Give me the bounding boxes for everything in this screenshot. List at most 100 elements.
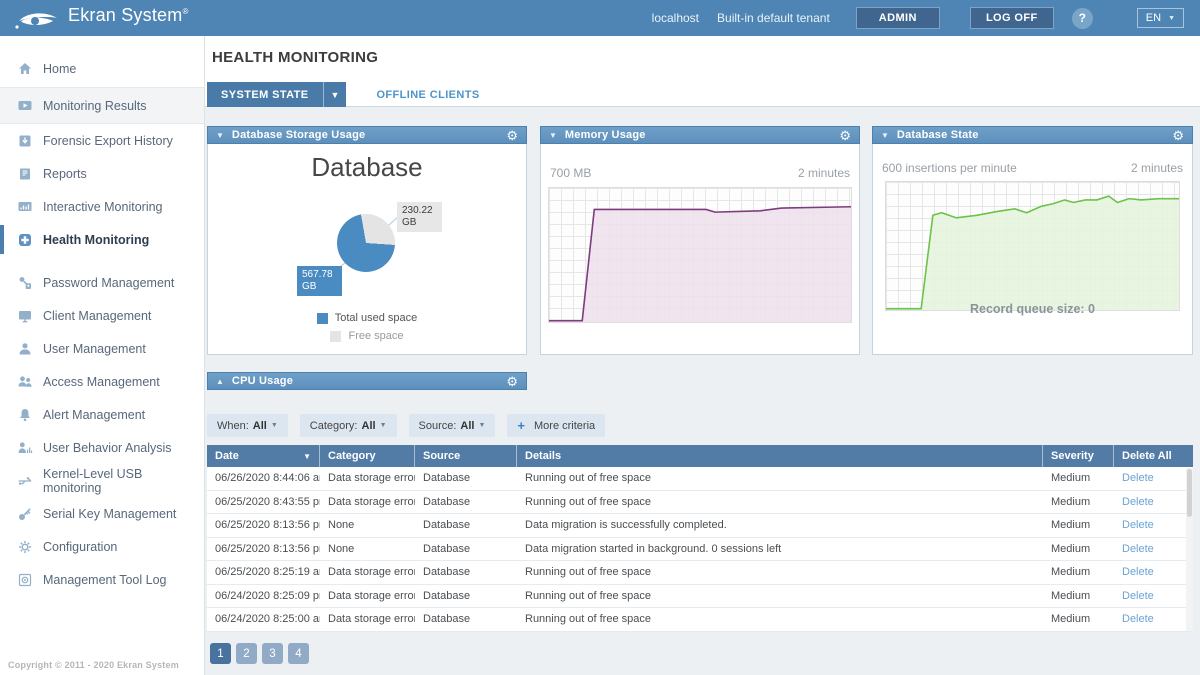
delete-link[interactable]: Delete [1114,608,1193,631]
filter-source[interactable]: Source:All▼ [409,414,496,437]
sidebar-item-user-management[interactable]: User Management [0,332,204,365]
table-row[interactable]: 06/25/2020 8:43:55 pmData storage errorD… [207,491,1193,515]
logo-text: Ekran System® [68,5,189,26]
memory-usage-chart [548,187,852,323]
sidebar-item-monitoring-results[interactable]: Monitoring Results [0,88,204,124]
y-axis-label: 600 insertions per minute [882,161,1017,175]
cell-details: Running out of free space [517,491,1043,514]
sidebar-item-alert-management[interactable]: Alert Management [0,398,204,431]
collapse-icon[interactable]: ▼ [549,131,557,140]
page-button-3[interactable]: 3 [262,643,283,664]
page-button-2[interactable]: 2 [236,643,257,664]
password-management-icon [17,275,34,291]
column-header-date[interactable]: Date▼ [207,445,320,467]
sidebar-item-label: Monitoring Results [43,99,147,113]
tab-system-state[interactable]: SYSTEM STATE [207,82,323,107]
cell-date: 06/25/2020 8:13:56 pm [207,514,320,537]
filter-when[interactable]: When:All▼ [207,414,288,437]
pie-chart-title: Database [208,152,526,183]
sidebar-item-management-tool-log[interactable]: Management Tool Log [0,563,204,596]
delete-link[interactable]: Delete [1114,467,1193,490]
sidebar-item-serial-key-management[interactable]: Serial Key Management [0,497,204,530]
cell-category: Data storage error [320,561,415,584]
sidebar-item-forensic-export-history[interactable]: Forensic Export History [0,124,204,157]
eye-icon [14,9,60,31]
cell-details: Data migration started in background. 0 … [517,538,1043,561]
table-row[interactable]: 06/26/2020 8:44:06 amData storage errorD… [207,467,1193,491]
table-row[interactable]: 06/24/2020 8:25:00 amData storage errorD… [207,608,1193,632]
logoff-button[interactable]: LOG OFF [970,7,1054,29]
admin-button[interactable]: ADMIN [856,7,940,29]
cell-category: Data storage error [320,608,415,631]
delete-link[interactable]: Delete [1114,514,1193,537]
panel-cpu-usage-header[interactable]: ▲ CPU Usage ⚙ [207,372,527,390]
filter-category[interactable]: Category:All▼ [300,414,397,437]
sidebar-item-label: Serial Key Management [43,507,176,521]
sidebar-item-label: Configuration [43,540,117,554]
table-row[interactable]: 06/25/2020 8:13:56 pmNoneDatabaseData mi… [207,538,1193,562]
sidebar-item-home[interactable]: Home [0,51,204,88]
gear-icon[interactable]: ⚙ [1172,129,1184,142]
page-button-4[interactable]: 4 [288,643,309,664]
table-row[interactable]: 06/25/2020 8:25:19 amData storage errorD… [207,561,1193,585]
sidebar-item-user-behavior-analysis[interactable]: User Behavior Analysis [0,431,204,464]
more-criteria-button[interactable]: +More criteria [507,414,605,437]
sidebar-item-password-management[interactable]: Password Management [0,266,204,299]
sidebar-item-kernel-level-usb-monitoring[interactable]: Kernel-Level USB monitoring [0,464,204,497]
cell-date: 06/24/2020 8:25:09 pm [207,585,320,608]
table-row[interactable]: 06/24/2020 8:25:09 pmData storage errorD… [207,585,1193,609]
language-select[interactable]: EN▼ [1137,8,1184,28]
sidebar-item-reports[interactable]: Reports [0,157,204,190]
column-header-category[interactable]: Category [320,445,415,467]
cell-source: Database [415,514,517,537]
sidebar-item-label: Password Management [43,276,174,290]
tab-bar: SYSTEM STATE ▼ OFFLINE CLIENTS [207,82,498,107]
legend-total-used-space: Total used space [208,312,526,324]
page-button-1[interactable]: 1 [210,643,231,664]
page-header: HEALTH MONITORING SYSTEM STATE ▼ OFFLINE… [205,36,1200,107]
host-label: localhost [652,11,699,25]
sidebar-item-label: Alert Management [43,408,145,422]
gear-icon[interactable]: ⚙ [506,375,518,388]
cell-severity: Medium [1043,608,1114,631]
cell-date: 06/25/2020 8:43:55 pm [207,491,320,514]
panel-memory-usage-header[interactable]: ▼ Memory Usage ⚙ [540,126,860,144]
cell-severity: Medium [1043,491,1114,514]
panel-database-state-header[interactable]: ▼ Database State ⚙ [872,126,1193,144]
panel-memory-usage-body: 700 MB 2 minutes [540,144,860,355]
column-header-delete-all[interactable]: Delete All [1114,445,1193,467]
sort-desc-icon[interactable]: ▼ [303,452,311,461]
delete-link[interactable]: Delete [1114,538,1193,561]
panel-title: Memory Usage [565,129,646,141]
sidebar-item-client-management[interactable]: Client Management [0,299,204,332]
tab-dropdown-chevron[interactable]: ▼ [323,82,347,107]
table-scrollbar[interactable] [1186,468,1193,631]
table-row[interactable]: 06/25/2020 8:13:56 pmNoneDatabaseData mi… [207,514,1193,538]
sidebar-item-configuration[interactable]: Configuration [0,530,204,563]
collapse-icon[interactable]: ▼ [216,131,224,140]
gear-icon[interactable]: ⚙ [839,129,851,142]
events-table: Date▼CategorySourceDetailsSeverityDelete… [207,445,1193,632]
delete-link[interactable]: Delete [1114,561,1193,584]
tab-offline-clients[interactable]: OFFLINE CLIENTS [358,82,497,107]
sidebar-item-label: Health Monitoring [43,233,149,247]
free-space-callout: 230.22 GB [397,202,442,232]
expand-icon[interactable]: ▲ [216,377,224,386]
column-header-details[interactable]: Details [517,445,1043,467]
interactive-monitoring-icon [17,199,34,215]
delete-link[interactable]: Delete [1114,491,1193,514]
panel-title: Database Storage Usage [232,129,365,141]
column-header-severity[interactable]: Severity [1043,445,1114,467]
gear-icon[interactable]: ⚙ [506,129,518,142]
sidebar-item-interactive-monitoring[interactable]: Interactive Monitoring [0,190,204,223]
panel-database-storage-header[interactable]: ▼ Database Storage Usage ⚙ [207,126,527,144]
help-icon[interactable]: ? [1072,8,1093,29]
delete-link[interactable]: Delete [1114,585,1193,608]
column-header-source[interactable]: Source [415,445,517,467]
sidebar-item-access-management[interactable]: Access Management [0,365,204,398]
sidebar-item-health-monitoring[interactable]: Health Monitoring [0,223,204,256]
collapse-icon[interactable]: ▼ [881,131,889,140]
cell-details: Running out of free space [517,608,1043,631]
scrollbar-thumb[interactable] [1187,469,1192,517]
cell-severity: Medium [1043,561,1114,584]
